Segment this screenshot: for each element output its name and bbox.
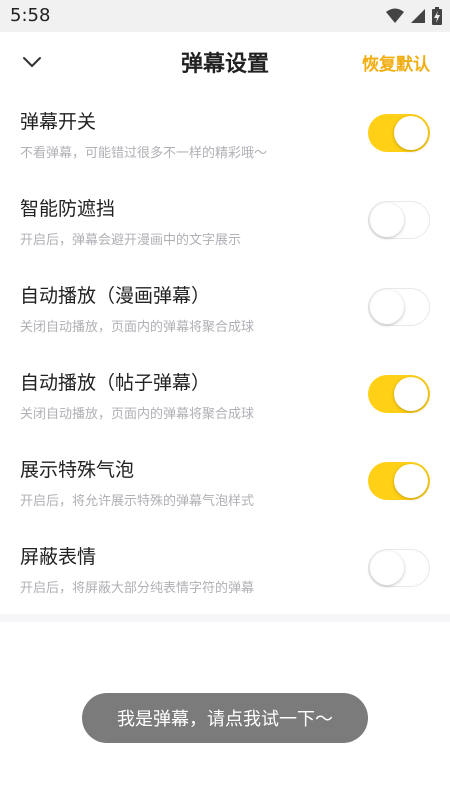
setting-description: 不看弹幕，可能错过很多不一样的精彩哦～ [20, 146, 268, 161]
setting-title: 展示特殊气泡 [20, 459, 135, 481]
danmaku-switch-toggle[interactable] [368, 114, 430, 152]
status-icons [386, 6, 442, 26]
setting-description: 开启后，将屏蔽大部分纯表情字符的弹幕 [20, 581, 255, 596]
reset-default-button[interactable]: 恢复默认 [362, 50, 430, 75]
setting-description: 开启后，将允许展示特殊的弹幕气泡样式 [20, 494, 255, 509]
danmaku-preview-toast[interactable]: 我是弹幕，请点我试一下～ [82, 693, 368, 743]
setting-title: 弹幕开关 [20, 111, 97, 133]
setting-special-bubble: 展示特殊气泡 开启后，将允许展示特殊的弹幕气泡样式 [0, 440, 450, 527]
toggle-knob [394, 377, 428, 411]
header: 弹幕设置 恢复默认 [0, 32, 450, 92]
autoplay-post-toggle[interactable] [368, 375, 430, 413]
wifi-icon [386, 8, 404, 23]
section-divider [0, 614, 450, 622]
toggle-knob [370, 203, 404, 237]
toggle-knob [370, 551, 404, 585]
setting-title: 自动播放（帖子弹幕） [20, 372, 211, 394]
status-time: 5:58 [10, 5, 51, 26]
setting-block-emoji: 屏蔽表情 开启后，将屏蔽大部分纯表情字符的弹幕 [0, 527, 450, 614]
signal-icon [411, 9, 425, 23]
autoplay-comic-toggle[interactable] [368, 288, 430, 326]
setting-description: 开启后，弹幕会避开漫画中的文字展示 [20, 233, 242, 248]
battery-charging-icon [432, 7, 442, 25]
smart-anti-block-toggle[interactable] [368, 201, 430, 239]
setting-title: 屏蔽表情 [20, 546, 97, 568]
setting-description: 关闭自动播放，页面内的弹幕将聚合成球 [20, 320, 255, 335]
setting-description: 关闭自动播放，页面内的弹幕将聚合成球 [20, 407, 255, 422]
setting-autoplay-comic: 自动播放（漫画弹幕） 关闭自动播放，页面内的弹幕将聚合成球 [0, 266, 450, 353]
setting-autoplay-post: 自动播放（帖子弹幕） 关闭自动播放，页面内的弹幕将聚合成球 [0, 353, 450, 440]
toggle-knob [394, 464, 428, 498]
status-bar: 5:58 [0, 0, 450, 32]
setting-danmaku-switch: 弹幕开关 不看弹幕，可能错过很多不一样的精彩哦～ [0, 92, 450, 179]
toggle-knob [394, 116, 428, 150]
block-emoji-toggle[interactable] [368, 549, 430, 587]
special-bubble-toggle[interactable] [368, 462, 430, 500]
settings-list: 弹幕开关 不看弹幕，可能错过很多不一样的精彩哦～ 智能防遮挡 开启后，弹幕会避开… [0, 92, 450, 614]
setting-smart-anti-block: 智能防遮挡 开启后，弹幕会避开漫画中的文字展示 [0, 179, 450, 266]
toggle-knob [370, 290, 404, 324]
setting-title: 智能防遮挡 [20, 198, 116, 220]
setting-title: 自动播放（漫画弹幕） [20, 285, 211, 307]
